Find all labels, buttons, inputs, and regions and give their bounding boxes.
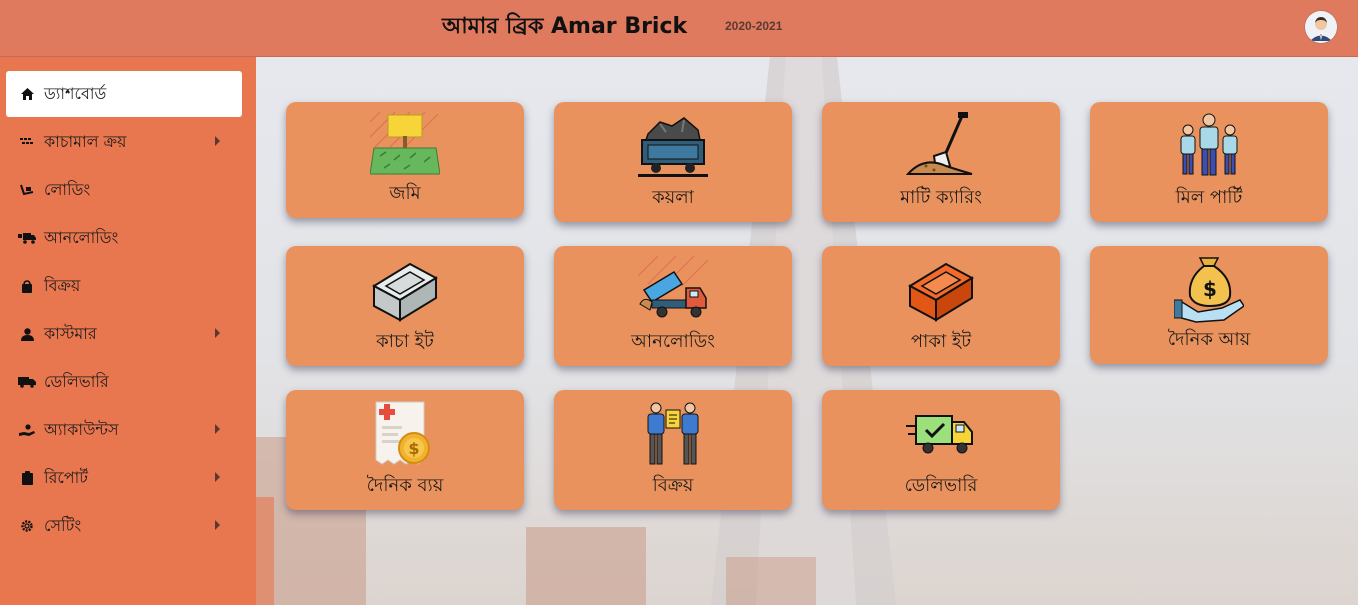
sidebar-item-label: ড্যাশবোর্ড xyxy=(44,83,107,103)
hand-money-icon xyxy=(18,421,36,439)
clipboard-icon xyxy=(18,469,36,487)
tile-unloading[interactable]: আনলোডিং xyxy=(554,246,792,366)
sidebar-item-label: কাস্টমার xyxy=(44,323,97,343)
user-avatar-icon[interactable] xyxy=(1305,11,1337,43)
land-icon xyxy=(369,111,441,180)
tile-label: দৈনিক আয় xyxy=(1167,329,1251,350)
chevron-right-icon xyxy=(215,520,220,530)
sidebar-item-label: ডেলিভারি xyxy=(44,371,109,391)
sidebar-item-label: অ্যাকাউন্টস xyxy=(44,419,119,439)
sidebar-item-label: বিক্রয় xyxy=(44,275,81,295)
sidebar-item-raw-material-purchase[interactable]: কাচামাল ক্রয় xyxy=(6,119,242,165)
tile-label: জমি xyxy=(389,183,421,204)
tile-label: মিল পার্টি xyxy=(1175,187,1243,208)
sidebar-item-label: কাচামাল ক্রয় xyxy=(44,131,127,151)
sidebar-item-dashboard[interactable]: ড্যাশবোর্ড xyxy=(6,71,242,117)
sidebar-item-sales[interactable]: বিক্রয় xyxy=(6,263,242,309)
gear-icon xyxy=(18,517,36,535)
tile-label: আনলোডিং xyxy=(631,331,715,352)
sidebar: ড্যাশবোর্ড কাচামাল ক্রয় লোডিং আনলোডিং ব… xyxy=(0,57,256,605)
sidebar-item-label: সেটিং xyxy=(44,515,82,535)
sidebar-item-settings[interactable]: সেটিং xyxy=(6,503,242,549)
tile-coal[interactable]: কয়লা xyxy=(554,102,792,222)
tile-mill-party[interactable]: মিল পার্টি xyxy=(1090,102,1328,222)
sidebar-item-unloading[interactable]: আনলোডিং xyxy=(6,215,242,261)
tile-label: মাটি ক্যারিং xyxy=(900,187,982,208)
tile-daily-income[interactable]: $ দৈনিক আয় xyxy=(1090,246,1328,364)
sidebar-item-label: আনলোডিং xyxy=(44,227,119,247)
delivery-van-icon xyxy=(906,400,976,468)
loading-icon xyxy=(18,181,36,199)
sidebar-item-loading[interactable]: লোডিং xyxy=(6,167,242,213)
svg-text:$: $ xyxy=(408,439,419,458)
tile-label: ডেলিভারি xyxy=(904,475,978,496)
sale-handshake-icon xyxy=(638,400,708,468)
home-icon xyxy=(18,85,36,103)
tile-daily-expense[interactable]: $ দৈনিক ব্যয় xyxy=(286,390,524,510)
tile-label: দৈনিক ব্যয় xyxy=(366,475,444,496)
tile-label: পাকা ইট xyxy=(910,331,972,352)
svg-text:$: $ xyxy=(1203,277,1217,301)
bricks-icon xyxy=(18,133,36,151)
tile-soil-carrying[interactable]: মাটি ক্যারিং xyxy=(822,102,1060,222)
sidebar-item-label: রিপোর্ট xyxy=(44,467,89,487)
app-title: আমার ব্রিক Amar Brick xyxy=(442,14,688,39)
money-bag-icon: $ xyxy=(1173,256,1246,324)
truck-unload-icon xyxy=(18,229,36,247)
burnt-brick-icon xyxy=(906,256,976,324)
tile-delivery[interactable]: ডেলিভারি xyxy=(822,390,1060,510)
tile-land[interactable]: জমি xyxy=(286,102,524,218)
top-bar: আমার ব্রিক Amar Brick 2020-2021 xyxy=(0,0,1358,57)
dashboard-main: জমি কয়লা মাটি ক্যারিং মিল পার্টি কাচা ই… xyxy=(256,57,1358,605)
sidebar-item-delivery[interactable]: ডেলিভারি xyxy=(6,359,242,405)
user-icon xyxy=(18,325,36,343)
chevron-right-icon xyxy=(215,328,220,338)
chevron-right-icon xyxy=(215,472,220,482)
shopping-bag-icon xyxy=(18,277,36,295)
dump-truck-icon xyxy=(637,255,709,324)
tile-label: কয়লা xyxy=(652,187,694,208)
sidebar-item-accounts[interactable]: অ্যাকাউন্টস xyxy=(6,407,242,453)
raw-brick-icon xyxy=(370,256,440,324)
sidebar-item-customer[interactable]: কাস্টমার xyxy=(6,311,242,357)
expense-bill-icon: $ xyxy=(370,400,440,468)
workers-group-icon xyxy=(1174,112,1244,180)
session-year: 2020-2021 xyxy=(725,19,783,33)
sidebar-item-label: লোডিং xyxy=(44,179,91,199)
shovel-soil-icon xyxy=(905,112,976,180)
tile-sale[interactable]: বিক্রয় xyxy=(554,390,792,510)
delivery-truck-icon xyxy=(18,373,36,391)
tile-label: বিক্রয় xyxy=(652,475,694,496)
chevron-right-icon xyxy=(215,136,220,146)
sidebar-item-report[interactable]: রিপোর্ট xyxy=(6,455,242,501)
tile-label: কাচা ইট xyxy=(376,331,434,352)
tile-burnt-brick[interactable]: পাকা ইট xyxy=(822,246,1060,366)
tile-raw-brick[interactable]: কাচা ইট xyxy=(286,246,524,366)
coal-cart-icon xyxy=(638,112,708,180)
chevron-right-icon xyxy=(215,424,220,434)
